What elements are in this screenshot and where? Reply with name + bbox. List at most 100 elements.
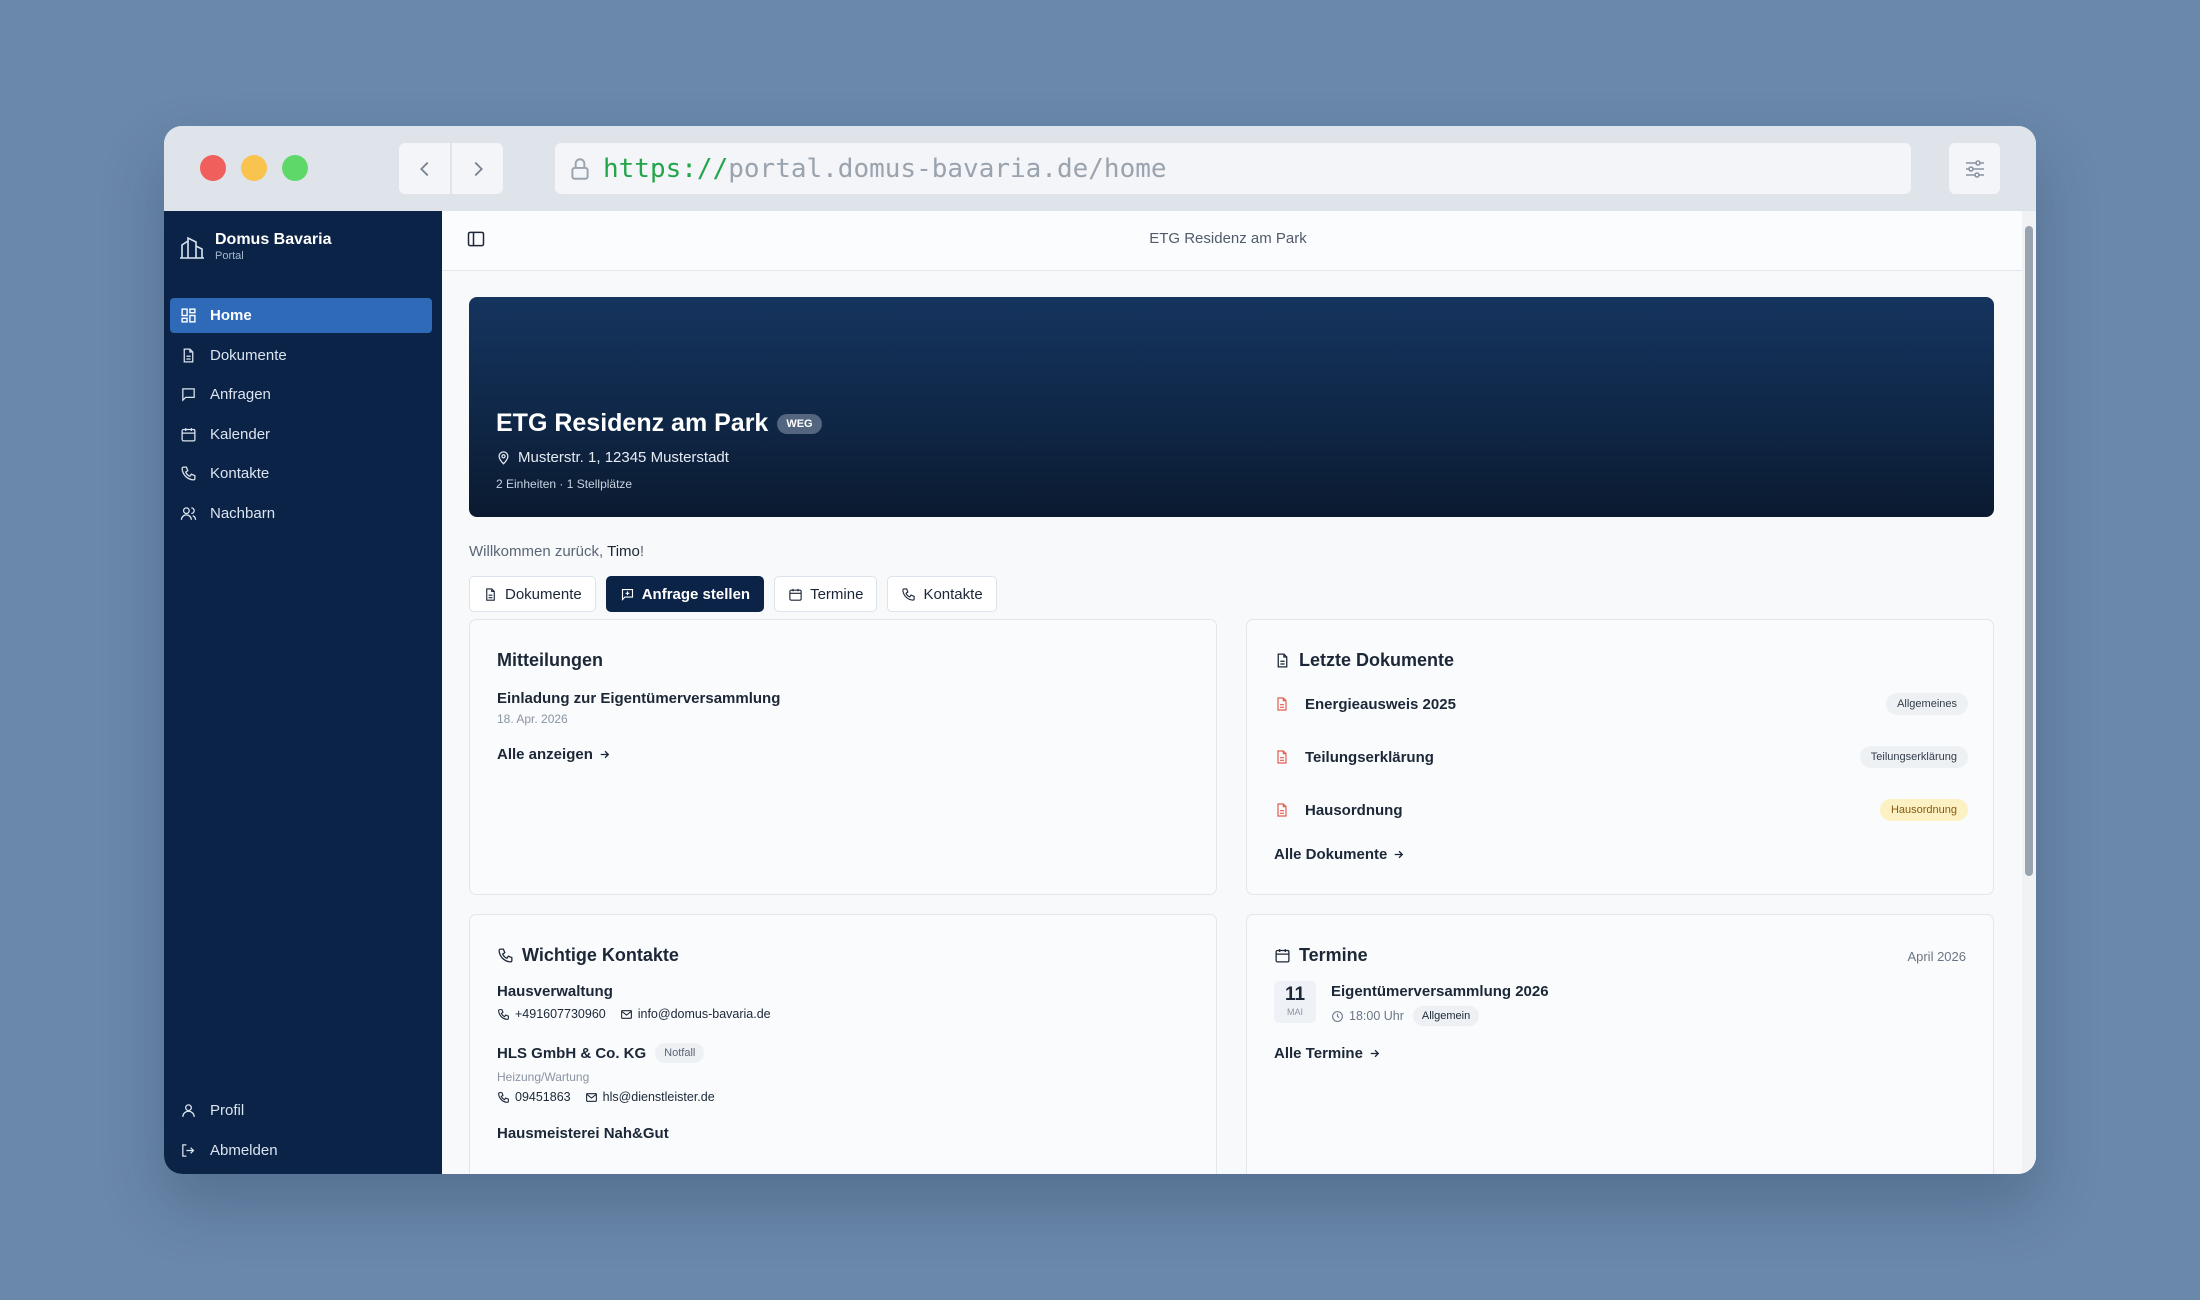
mail-icon	[620, 1009, 632, 1019]
notice-date: 18. Apr. 2026	[497, 712, 568, 726]
phone-icon	[498, 1008, 509, 1020]
page-title: ETG Residenz am Park	[1149, 230, 1307, 247]
top-bar: ETG Residenz am Park	[442, 211, 2036, 271]
mail-icon	[585, 1092, 597, 1102]
arrow-right-icon	[1370, 1049, 1380, 1058]
contact-phone[interactable]: +491607730960	[515, 1007, 606, 1021]
contact-name: Hausmeisterei Nah&Gut	[497, 1125, 669, 1142]
browser-settings-button[interactable]	[1949, 143, 2000, 194]
sidebar-item-anfragen[interactable]: Anfragen	[170, 377, 432, 412]
arrow-right-icon	[1395, 850, 1404, 859]
document-row[interactable]: Hausordnung Hausordnung	[1274, 793, 1968, 827]
alle-termine-link[interactable]: Alle Termine	[1274, 1045, 1381, 1062]
arrow-right-icon	[600, 750, 610, 759]
sidebar-item-profil[interactable]: Profil	[170, 1093, 432, 1128]
contact-name: Hausverwaltung	[497, 983, 613, 1000]
event-title[interactable]: Eigentümerversammlung 2026	[1331, 983, 1549, 1000]
sidebar-item-nachbarn[interactable]: Nachbarn	[170, 496, 432, 531]
clock-icon	[1332, 1010, 1343, 1022]
grid-icon	[181, 308, 196, 323]
anfrage-stellen-button[interactable]: Anfrage stellen	[605, 576, 765, 612]
lock-icon	[571, 157, 589, 180]
button-label: Anfrage stellen	[641, 585, 751, 603]
sidebar-item-kalender[interactable]: Kalender	[170, 417, 432, 452]
brand[interactable]: Domus Bavaria Portal	[178, 231, 332, 262]
property-type-badge: WEG	[777, 413, 822, 434]
phone-icon	[498, 948, 513, 963]
letzte-dokumente-card: Letzte Dokumente Energieausweis 2025 All…	[1246, 619, 1994, 895]
sidebar-item-label: Kontakte	[210, 465, 270, 482]
card-title: Termine	[1299, 945, 1368, 965]
maximize-window-button[interactable]	[282, 155, 308, 181]
document-category-tag: Hausordnung	[1879, 799, 1968, 821]
sidebar-item-label: Abmelden	[210, 1141, 278, 1159]
sidebar-item-label: Kalender	[210, 425, 271, 443]
sidebar-item-kontakte[interactable]: Kontakte	[170, 456, 432, 491]
file-icon	[183, 347, 194, 363]
browser-chrome: https://portal.domus-bavaria.de/home	[164, 126, 2036, 211]
termine-button[interactable]: Termine	[774, 576, 878, 612]
address-bar[interactable]: https://portal.domus-bavaria.de/home	[555, 143, 1911, 194]
document-name: Energieausweis 2025	[1305, 695, 1456, 713]
url-scheme: https://	[603, 153, 729, 184]
sidebar-item-abmelden[interactable]: Abmelden	[170, 1133, 432, 1168]
property-title: ETG Residenz am Park	[496, 409, 769, 437]
minimize-window-button[interactable]	[241, 155, 267, 181]
wichtige-kontakte-card: Wichtige Kontakte Hausverwaltung +491607…	[469, 914, 1217, 1174]
contact-details: 09451863 hls@dienstleister.de	[497, 1090, 715, 1104]
welcome-message: Willkommen zurück, Timo!	[469, 543, 644, 560]
document-category-tag: Teilungserklärung	[1859, 746, 1968, 768]
property-units: 2 Einheiten · 1 Stellplätze	[496, 477, 633, 491]
sidebar-item-home[interactable]: Home	[170, 298, 432, 333]
sidebar-item-label: Nachbarn	[210, 504, 276, 522]
card-title-row: Letzte Dokumente	[1274, 650, 1454, 671]
phone-icon	[181, 466, 196, 481]
property-address-text: Musterstr. 1, 12345 Musterstadt	[518, 449, 729, 466]
contact-email[interactable]: hls@dienstleister.de	[603, 1090, 715, 1104]
event-category-tag: Allgemein	[1412, 1006, 1480, 1026]
close-window-button[interactable]	[200, 155, 226, 181]
current-month: April 2026	[1907, 949, 1966, 964]
contact-phone[interactable]: 09451863	[515, 1090, 571, 1104]
sidebar-bottom-nav: Profil Abmelden	[170, 1093, 432, 1172]
message-icon	[182, 388, 195, 402]
chevron-right-icon	[474, 161, 483, 176]
user-name: Timo	[607, 543, 640, 560]
event-time: 18:00 Uhr	[1349, 1009, 1404, 1023]
link-label: Alle Dokumente	[1274, 846, 1388, 863]
building-logo-icon	[180, 236, 204, 259]
document-row[interactable]: Energieausweis 2025 Allgemeines	[1274, 687, 1968, 721]
welcome-prefix: Willkommen zurück,	[469, 543, 608, 560]
scrollbar-thumb[interactable]	[2025, 226, 2033, 876]
document-row[interactable]: Teilungserklärung Teilungserklärung	[1274, 740, 1968, 774]
link-label: Alle anzeigen	[497, 746, 593, 763]
alle-dokumente-link[interactable]: Alle Dokumente	[1274, 846, 1405, 863]
alle-anzeigen-link[interactable]: Alle anzeigen	[497, 746, 611, 763]
event-day: 11	[1284, 984, 1306, 1005]
notice-title[interactable]: Einladung zur Eigentümerversammlung	[497, 690, 780, 707]
sidebar-item-dokumente[interactable]: Dokumente	[170, 338, 432, 373]
contact-email[interactable]: info@domus-bavaria.de	[638, 1007, 771, 1021]
back-button[interactable]	[399, 143, 450, 194]
calendar-icon	[181, 427, 196, 442]
hero-title-row: ETG Residenz am Park WEG	[496, 409, 822, 438]
button-label: Kontakte	[923, 585, 983, 603]
chevron-left-icon	[419, 161, 428, 176]
logout-icon	[182, 1143, 195, 1157]
event-month: MAI	[1286, 1007, 1303, 1017]
scrollbar[interactable]	[2022, 211, 2036, 1174]
event-date-box: 11 MAI	[1274, 981, 1316, 1023]
url-text: https://portal.domus-bavaria.de/home	[603, 154, 1167, 184]
dokumente-button[interactable]: Dokumente	[469, 576, 596, 612]
sidebar-item-label: Profil	[210, 1102, 245, 1119]
event-meta: 18:00 Uhr Allgemein	[1331, 1006, 1480, 1026]
user-icon	[182, 1104, 195, 1117]
forward-button[interactable]	[452, 143, 503, 194]
contact-name-row: HLS GmbH & Co. KG Notfall	[497, 1043, 705, 1063]
file-icon	[486, 587, 495, 601]
calendar-icon	[789, 588, 802, 601]
message-icon	[621, 588, 633, 601]
kontakte-button[interactable]: Kontakte	[887, 576, 997, 612]
document-icon	[1277, 750, 1287, 764]
document-name: Teilungserklärung	[1305, 748, 1434, 766]
